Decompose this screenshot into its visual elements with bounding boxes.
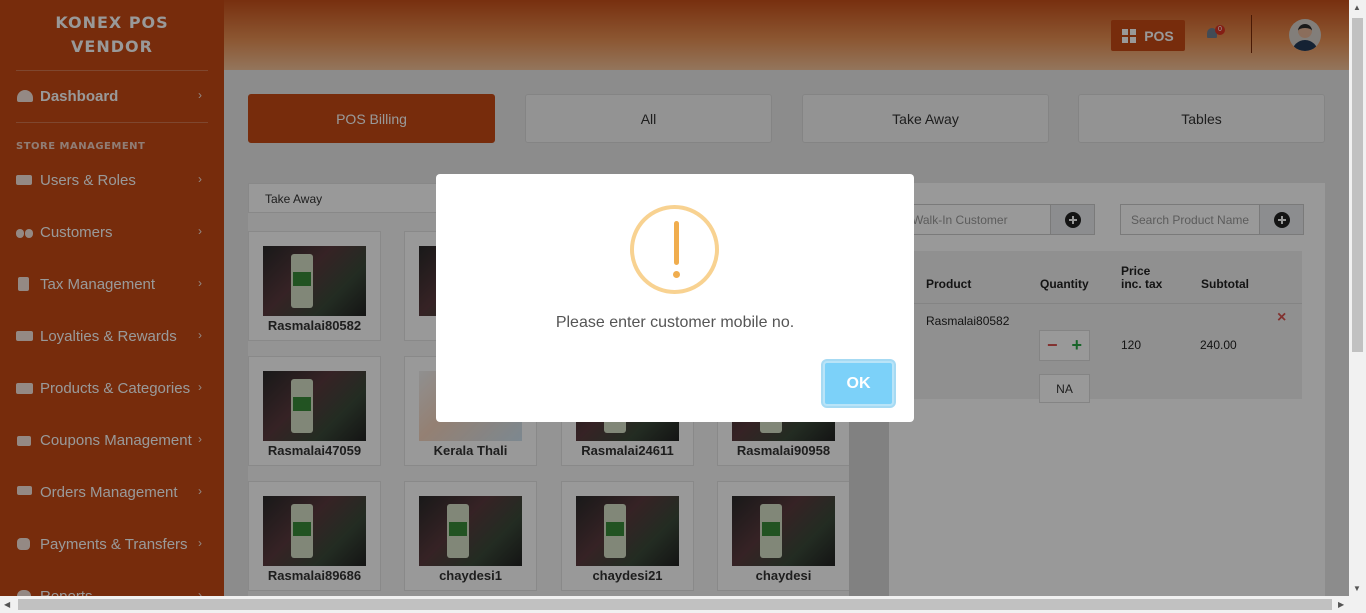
scrollbar-thumb[interactable] xyxy=(1352,18,1363,352)
horizontal-scrollbar[interactable]: ◀ ▶ xyxy=(0,596,1366,613)
scroll-right-arrow-icon[interactable]: ▶ xyxy=(1338,600,1344,609)
scroll-up-arrow-icon[interactable]: ▲ xyxy=(1353,3,1361,12)
ok-button[interactable]: OK xyxy=(823,361,894,406)
scrollbar-thumb[interactable] xyxy=(18,599,1332,610)
alert-dialog: Please enter customer mobile no. OK xyxy=(436,174,914,422)
scroll-left-arrow-icon[interactable]: ◀ xyxy=(4,600,10,609)
alert-message: Please enter customer mobile no. xyxy=(555,314,795,331)
vertical-scrollbar[interactable]: ▲ ▼ xyxy=(1349,0,1366,596)
warning-icon xyxy=(630,205,719,294)
scroll-down-arrow-icon[interactable]: ▼ xyxy=(1353,584,1361,593)
